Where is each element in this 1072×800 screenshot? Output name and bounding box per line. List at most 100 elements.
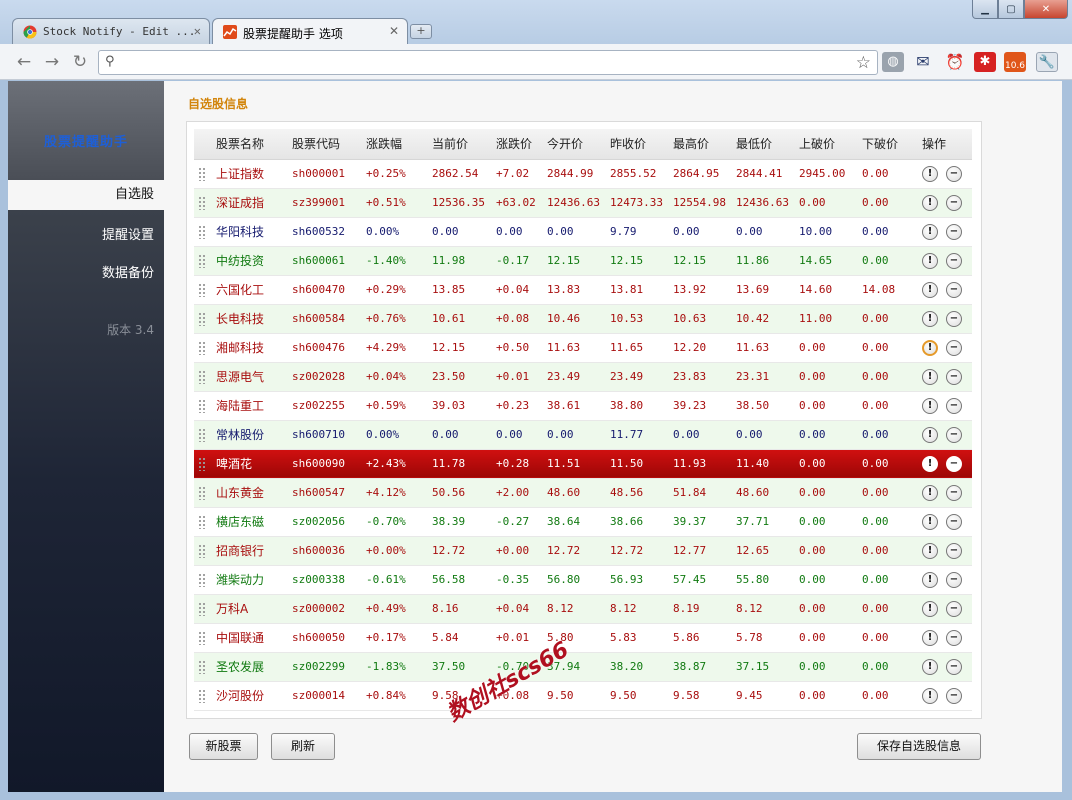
forward-arrow-icon[interactable]: → — [42, 52, 62, 72]
alert-icon[interactable]: ! — [922, 629, 938, 646]
table-row[interactable]: 海陆重工 sz002255 +0.59% 39.03 +0.23 38.61 38.80 39… — [194, 391, 972, 421]
drag-handle-icon[interactable] — [194, 304, 212, 334]
alert-icon[interactable]: ! — [922, 397, 938, 414]
table-row[interactable]: 圣农发展 sz002299 -1.83% 37.50 -0.70 37.94 38.20 38… — [194, 652, 972, 682]
address-bar[interactable]: ⚲ ☆ — [98, 50, 878, 75]
gmail-icon[interactable]: ✉ — [912, 52, 934, 72]
alert-icon[interactable]: ! — [922, 484, 938, 501]
drag-handle-icon[interactable] — [194, 536, 212, 566]
alert-icon[interactable]: ! — [922, 165, 938, 182]
table-row[interactable]: 沙河股份 sz000014 +0.84% 9.58 +0.08 9.50 9.50 9.58 9… — [194, 681, 972, 711]
remove-icon[interactable]: − — [946, 600, 962, 617]
wrench-icon[interactable]: 🔧 — [1036, 52, 1058, 72]
alert-icon[interactable]: ! — [922, 368, 938, 385]
drag-handle-icon[interactable] — [194, 159, 212, 189]
table-row[interactable]: 湘邮科技 sh600476 +4.29% 12.15 +0.50 11.63 11.65 12… — [194, 333, 972, 363]
drag-handle-icon[interactable] — [194, 333, 212, 363]
remove-icon[interactable]: − — [946, 165, 962, 182]
drag-handle-icon[interactable] — [194, 217, 212, 247]
alert-icon[interactable]: ! — [922, 571, 938, 588]
alert-icon[interactable]: ! — [922, 194, 938, 211]
table-row[interactable]: 啤酒花 sh600090 +2.43% 11.78 +0.28 11.51 11.50 11.… — [194, 449, 972, 479]
tab-stock-options[interactable]: 股票提醒助手 选项 ✕ — [212, 18, 408, 44]
remove-icon[interactable]: − — [946, 426, 962, 443]
table-row[interactable]: 深证成指 sz399001 +0.51% 12536.35 +63.02 12436.63… — [194, 188, 972, 218]
alert-icon[interactable]: ! — [922, 339, 938, 356]
table-row[interactable]: 潍柴动力 sz000338 -0.61% 56.58 -0.35 56.80 56.93 57… — [194, 565, 972, 595]
drag-handle-icon[interactable] — [194, 681, 212, 711]
drag-handle-icon[interactable] — [194, 362, 212, 392]
alert-icon[interactable]: ! — [922, 223, 938, 240]
maximize-button[interactable]: ▢ — [998, 0, 1024, 19]
alarm-clock-icon[interactable]: ⏰ — [944, 52, 966, 72]
minimize-button[interactable]: ▁ — [972, 0, 998, 19]
remove-icon[interactable]: − — [946, 571, 962, 588]
remove-icon[interactable]: − — [946, 484, 962, 501]
address-input[interactable] — [125, 54, 825, 68]
drag-handle-icon[interactable] — [194, 623, 212, 653]
drag-handle-icon[interactable] — [194, 449, 212, 479]
sidebar-item-alert-settings[interactable]: 提醒设置 — [8, 221, 164, 251]
new-tab-button[interactable]: + — [410, 24, 432, 39]
remove-icon[interactable]: − — [946, 687, 962, 704]
star-extension-icon[interactable]: ✱ — [974, 52, 996, 72]
drag-handle-icon[interactable] — [194, 188, 212, 218]
table-row[interactable]: 招商银行 sh600036 +0.00% 12.72 +0.00 12.72 12.72 12… — [194, 536, 972, 566]
drag-handle-icon[interactable] — [194, 246, 212, 276]
table-row[interactable]: 万科A sz000002 +0.49% 8.16 +0.04 8.12 8.12 8.19 8.… — [194, 594, 972, 624]
drag-handle-icon[interactable] — [194, 565, 212, 595]
remove-icon[interactable]: − — [946, 252, 962, 269]
table-row[interactable]: 横店东磁 sz002056 -0.70% 38.39 -0.27 38.64 38.66 39… — [194, 507, 972, 537]
table-row[interactable]: 长电科技 sh600584 +0.76% 10.61 +0.08 10.46 10.53 10… — [194, 304, 972, 334]
remove-icon[interactable]: − — [946, 194, 962, 211]
remove-icon[interactable]: − — [946, 223, 962, 240]
globe-icon[interactable]: ◍ — [882, 52, 904, 72]
drag-handle-icon[interactable] — [194, 594, 212, 624]
back-arrow-icon[interactable]: ← — [14, 52, 34, 72]
drag-handle-icon[interactable] — [194, 652, 212, 682]
table-row[interactable]: 山东黄金 sh600547 +4.12% 50.56 +2.00 48.60 48.56 51… — [194, 478, 972, 508]
alert-icon[interactable]: ! — [922, 310, 938, 327]
remove-icon[interactable]: − — [946, 310, 962, 327]
alert-icon[interactable]: ! — [922, 281, 938, 298]
drag-handle-icon[interactable] — [194, 507, 212, 537]
new-stock-button[interactable]: 新股票 — [189, 733, 258, 760]
sidebar-item-watchlist[interactable]: 自选股 — [8, 180, 164, 210]
remove-icon[interactable]: − — [946, 629, 962, 646]
close-window-button[interactable]: ✕ — [1024, 0, 1068, 19]
remove-icon[interactable]: − — [946, 455, 962, 472]
table-row[interactable]: 华阳科技 sh600532 0.00% 0.00 0.00 0.00 9.79 0.00 0.0… — [194, 217, 972, 247]
remove-icon[interactable]: − — [946, 397, 962, 414]
reload-icon[interactable]: ↻ — [70, 52, 90, 72]
refresh-button[interactable]: 刷新 — [271, 733, 335, 760]
remove-icon[interactable]: − — [946, 368, 962, 385]
alert-icon[interactable]: ! — [922, 658, 938, 675]
remove-icon[interactable]: − — [946, 513, 962, 530]
table-row[interactable]: 中纺投资 sh600061 -1.40% 11.98 -0.17 12.15 12.15 12… — [194, 246, 972, 276]
alert-icon[interactable]: ! — [922, 426, 938, 443]
tab-stock-notify-edit[interactable]: Stock Notify - Edit ... ✕ — [12, 18, 210, 44]
drag-handle-icon[interactable] — [194, 275, 212, 305]
stock-chart-icon[interactable]: 10.6 — [1004, 52, 1026, 72]
bookmark-star-icon[interactable]: ☆ — [856, 53, 871, 73]
remove-icon[interactable]: − — [946, 281, 962, 298]
alert-icon[interactable]: ! — [922, 513, 938, 530]
close-tab-icon[interactable]: ✕ — [389, 24, 399, 38]
remove-icon[interactable]: − — [946, 658, 962, 675]
table-row[interactable]: 思源电气 sz002028 +0.04% 23.50 +0.01 23.49 23.49 23… — [194, 362, 972, 392]
sidebar-item-data-backup[interactable]: 数据备份 — [8, 259, 164, 289]
alert-icon[interactable]: ! — [922, 252, 938, 269]
table-row[interactable]: 常林股份 sh600710 0.00% 0.00 0.00 0.00 11.77 0.00 0.… — [194, 420, 972, 450]
alert-icon[interactable]: ! — [922, 455, 938, 472]
table-row[interactable]: 上证指数 sh000001 +0.25% 2862.54 +7.02 2844.99 285… — [194, 159, 972, 189]
table-row[interactable]: 六国化工 sh600470 +0.29% 13.85 +0.04 13.83 13.81 13… — [194, 275, 972, 305]
save-watchlist-button[interactable]: 保存自选股信息 — [857, 733, 981, 760]
table-row[interactable]: 中国联通 sh600050 +0.17% 5.84 +0.01 5.80 5.83 5.86 5… — [194, 623, 972, 653]
drag-handle-icon[interactable] — [194, 478, 212, 508]
close-tab-icon[interactable]: ✕ — [194, 24, 201, 38]
remove-icon[interactable]: − — [946, 339, 962, 356]
alert-icon[interactable]: ! — [922, 687, 938, 704]
drag-handle-icon[interactable] — [194, 420, 212, 450]
remove-icon[interactable]: − — [946, 542, 962, 559]
alert-icon[interactable]: ! — [922, 600, 938, 617]
